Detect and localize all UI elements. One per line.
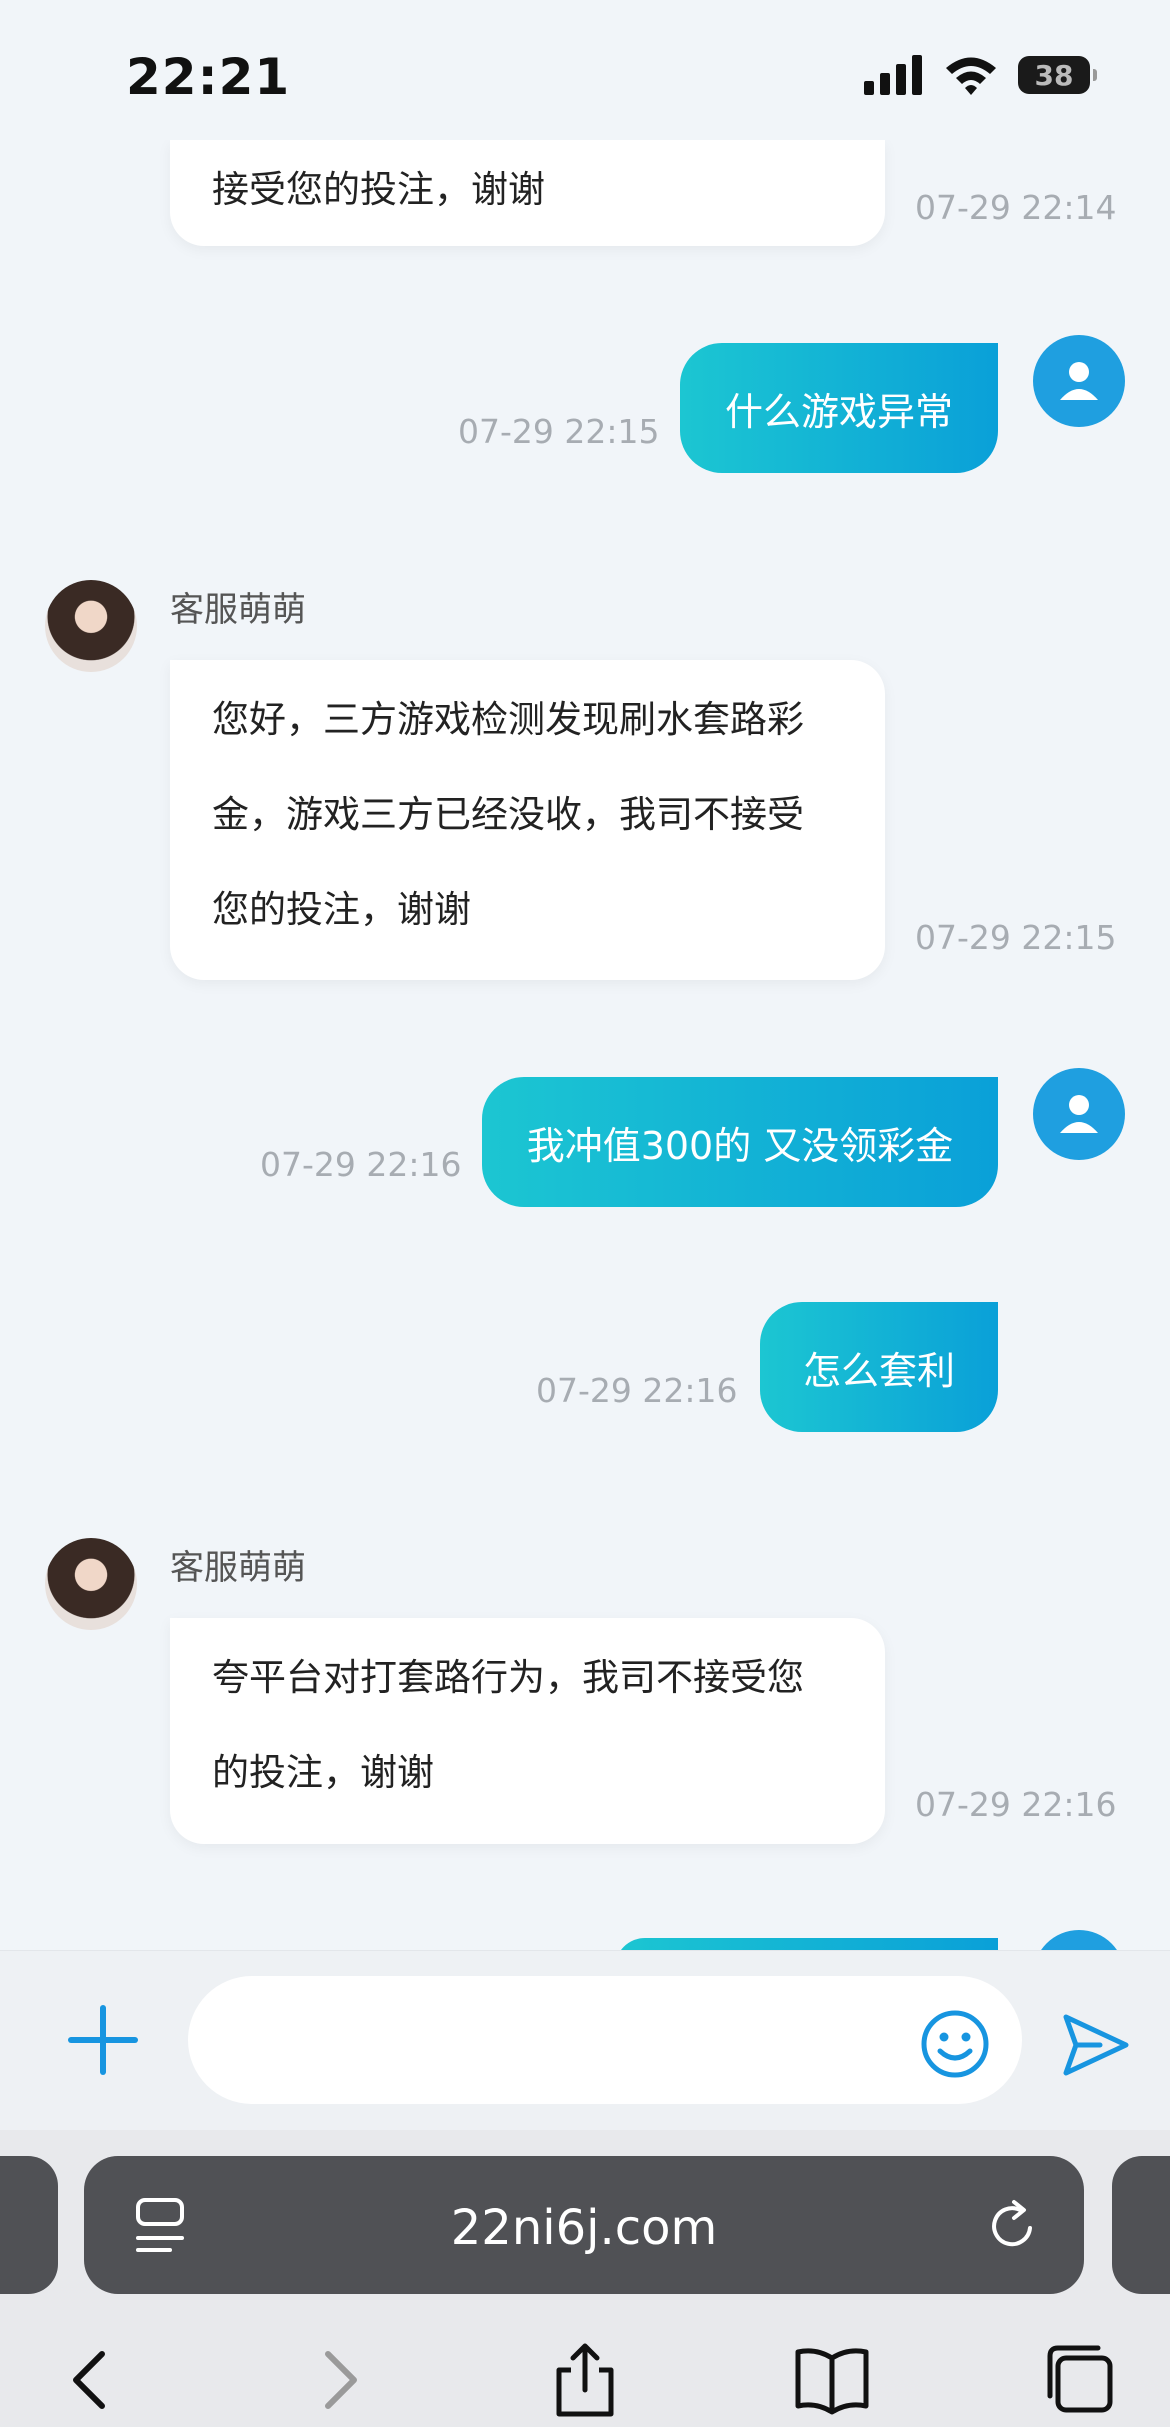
user-icon — [1060, 362, 1098, 400]
user-avatar[interactable] — [1033, 1068, 1125, 1160]
message-text: 我冲值300的 又没领彩金 — [526, 1123, 954, 1168]
smiley-icon[interactable] — [920, 2009, 990, 2079]
message-bubble-outgoing — [615, 1938, 998, 1950]
message-bubble-incoming: 您好，三方游戏检测发现刷水套路彩 金，游戏三方已经没收，我司不接受 您的投注，谢… — [170, 660, 885, 980]
status-bar: 22:21 38 — [0, 0, 1170, 140]
cellular-signal-icon — [864, 55, 922, 95]
agent-avatar[interactable] — [45, 1538, 137, 1630]
reload-icon[interactable] — [986, 2198, 1042, 2254]
back-icon[interactable] — [50, 2340, 130, 2420]
message-text-line: 您好，三方游戏检测发现刷水套路彩 — [212, 698, 804, 741]
previous-tab-edge[interactable] — [0, 2156, 58, 2294]
forward-icon[interactable] — [300, 2340, 380, 2420]
message-text-line: 的投注，谢谢 — [212, 1751, 434, 1794]
status-time: 22:21 — [126, 48, 291, 106]
message-input[interactable] — [188, 1976, 1022, 2104]
message-text: 怎么套利 — [802, 1348, 955, 1393]
message-bubble-outgoing: 什么游戏异常 — [680, 343, 998, 473]
message-timestamp: 07-29 22:14 — [915, 188, 1117, 227]
agent-avatar[interactable] — [45, 580, 137, 672]
send-icon[interactable] — [1060, 2009, 1132, 2081]
tabs-icon[interactable] — [1040, 2340, 1120, 2420]
sender-name: 客服萌萌 — [170, 590, 306, 630]
user-avatar[interactable] — [1033, 335, 1125, 427]
message-bubble-incoming: 接受您的投注，谢谢 — [170, 140, 885, 246]
user-avatar[interactable] — [1033, 1930, 1125, 1950]
battery-level: 38 — [1034, 58, 1074, 92]
message-text: 什么游戏异常 — [724, 389, 953, 434]
message-timestamp: 07-29 22:16 — [536, 1371, 738, 1410]
message-bubble-outgoing: 怎么套利 — [760, 1302, 998, 1432]
message-timestamp: 07-29 22:16 — [915, 1785, 1117, 1824]
plus-icon[interactable] — [66, 2003, 140, 2077]
message-text-line: 夸平台对打套路行为，我司不接受您 — [212, 1656, 804, 1699]
battery-icon: 38 — [1018, 56, 1097, 94]
address-bar[interactable]: 22ni6j.com — [84, 2156, 1084, 2294]
wifi-icon — [946, 57, 996, 95]
browser-chrome: 22ni6j.com — [0, 2130, 1170, 2427]
chat-message-list[interactable]: 接受您的投注，谢谢 07-29 22:14 07-29 22:15 什么游戏异常… — [0, 140, 1170, 1950]
message-bubble-outgoing: 我冲值300的 又没领彩金 — [482, 1077, 998, 1207]
message-text-line: 您的投注，谢谢 — [212, 888, 471, 931]
message-timestamp: 07-29 22:15 — [458, 412, 660, 451]
message-text: 接受您的投注，谢谢 — [212, 168, 545, 211]
message-timestamp: 07-29 22:16 — [260, 1145, 462, 1184]
bookmarks-icon[interactable] — [792, 2340, 872, 2420]
message-timestamp: 07-29 22:15 — [915, 918, 1117, 957]
next-tab-edge[interactable] — [1112, 2156, 1170, 2294]
share-icon[interactable] — [545, 2340, 625, 2420]
message-bubble-incoming: 夸平台对打套路行为，我司不接受您 的投注，谢谢 — [170, 1618, 885, 1844]
url-text[interactable]: 22ni6j.com — [84, 2200, 1084, 2256]
sender-name: 客服萌萌 — [170, 1548, 306, 1588]
message-text-line: 金，游戏三方已经没收，我司不接受 — [212, 793, 804, 836]
message-composer — [0, 1950, 1170, 2131]
user-icon — [1060, 1095, 1098, 1133]
status-icons: 38 — [864, 55, 1097, 95]
